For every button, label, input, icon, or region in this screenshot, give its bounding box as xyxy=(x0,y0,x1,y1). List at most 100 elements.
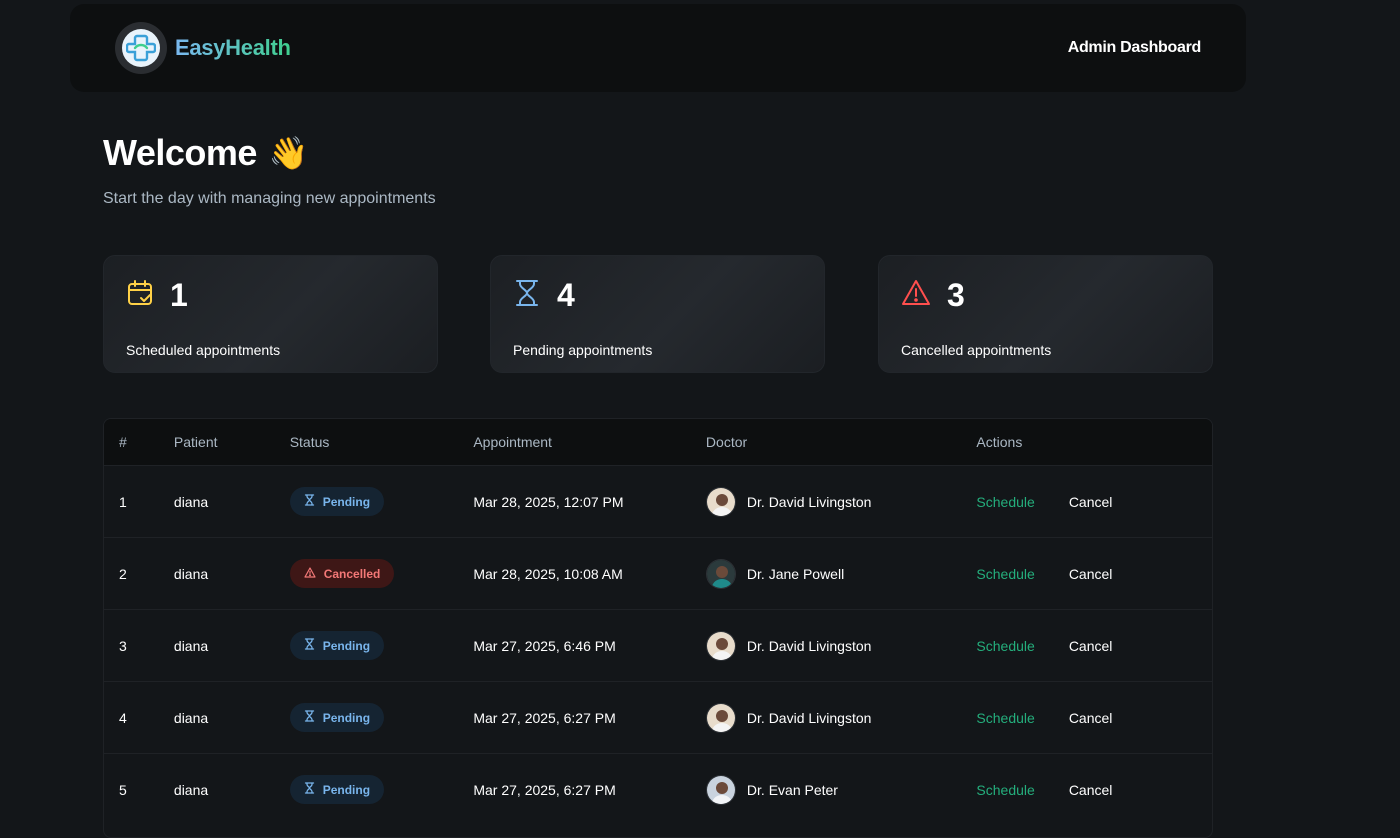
row-number: 4 xyxy=(119,709,127,726)
welcome-title: Welcome xyxy=(103,132,257,173)
doctor-name: Dr. Evan Peter xyxy=(746,781,838,798)
pending-label: Pending appointments xyxy=(513,342,653,358)
column-header-appointment: Appointment xyxy=(473,434,552,450)
doctor-cell: Dr. Evan Peter xyxy=(705,774,977,805)
doctor-cell: Dr. David Livingston xyxy=(705,630,977,661)
status-label: Pending xyxy=(322,638,371,653)
app-header: EasyHealth Admin Dashboard xyxy=(70,4,1246,92)
stat-card-cancelled: 3 Cancelled appointments xyxy=(878,255,1213,373)
status-badge: Pending xyxy=(289,487,385,516)
page-title: Admin Dashboard xyxy=(1067,39,1202,56)
patient-name: diana xyxy=(173,565,209,582)
status-badge: Pending xyxy=(289,631,385,660)
logo-icon xyxy=(115,22,167,74)
row-number: 5 xyxy=(119,781,127,798)
row-number: 2 xyxy=(119,565,127,582)
welcome-section: Welcome 👋 Start the day with managing ne… xyxy=(103,132,436,208)
hourglass-icon xyxy=(304,638,315,653)
patient-name: diana xyxy=(173,493,209,510)
doctor-cell: Dr. David Livingston xyxy=(705,486,977,517)
row-number: 3 xyxy=(119,637,127,654)
doctor-avatar xyxy=(705,558,736,589)
actions-cell: Schedule Cancel xyxy=(976,638,1212,654)
appointment-date: Mar 28, 2025, 12:07 PM xyxy=(473,493,624,510)
actions-cell: Schedule Cancel xyxy=(976,710,1212,726)
table-row: 4 diana Pending Mar 27, 2025, 6:27 PM Dr… xyxy=(104,681,1212,753)
warning-icon xyxy=(901,279,931,312)
doctor-cell: Dr. David Livingston xyxy=(705,702,977,733)
actions-cell: Schedule Cancel xyxy=(976,566,1212,582)
column-header-doctor: Doctor xyxy=(705,434,748,450)
appointment-date: Mar 27, 2025, 6:46 PM xyxy=(473,637,616,654)
doctor-avatar xyxy=(705,702,736,733)
status-label: Pending xyxy=(322,494,371,509)
hourglass-icon xyxy=(304,494,315,509)
status-label: Cancelled xyxy=(323,566,381,581)
status-badge: Pending xyxy=(289,775,385,804)
schedule-button[interactable]: Schedule xyxy=(976,782,1034,798)
row-number: 1 xyxy=(119,493,127,510)
doctor-avatar xyxy=(705,774,736,805)
cancel-button[interactable]: Cancel xyxy=(1069,638,1113,654)
table-row: 3 diana Pending Mar 27, 2025, 6:46 PM Dr… xyxy=(104,609,1212,681)
schedule-button[interactable]: Schedule xyxy=(976,566,1034,582)
table-row: 2 diana Cancelled Mar 28, 2025, 10:08 AM… xyxy=(104,537,1212,609)
column-header-patient: Patient xyxy=(173,434,218,450)
status-label: Pending xyxy=(322,782,371,797)
pending-count: 4 xyxy=(557,276,575,313)
brand-logo-link[interactable]: EasyHealth xyxy=(115,22,291,74)
wave-emoji-icon: 👋 xyxy=(268,135,309,171)
calendar-check-icon xyxy=(126,279,154,312)
brand-name: EasyHealth xyxy=(175,35,291,60)
status-cell: Pending xyxy=(289,487,474,516)
status-cell: Pending xyxy=(289,631,474,660)
schedule-button[interactable]: Schedule xyxy=(976,638,1034,654)
cancel-button[interactable]: Cancel xyxy=(1069,710,1113,726)
status-label: Pending xyxy=(322,710,371,725)
warning-icon xyxy=(304,566,316,581)
patient-name: diana xyxy=(173,709,209,726)
appointments-table: # Patient Status Appointment Doctor Acti… xyxy=(103,418,1213,838)
appointment-date: Mar 27, 2025, 6:27 PM xyxy=(473,709,616,726)
table-row: 5 diana Pending Mar 27, 2025, 6:27 PM Dr… xyxy=(104,753,1212,825)
doctor-name: Dr. David Livingston xyxy=(746,493,872,510)
scheduled-count: 1 xyxy=(170,276,188,313)
stat-card-pending: 4 Pending appointments xyxy=(490,255,825,373)
appointment-date: Mar 27, 2025, 6:27 PM xyxy=(473,781,616,798)
status-badge: Pending xyxy=(289,703,385,732)
column-header-actions: Actions xyxy=(976,434,1023,450)
doctor-avatar xyxy=(705,486,736,517)
actions-cell: Schedule Cancel xyxy=(976,782,1212,798)
column-header-status: Status xyxy=(289,434,330,450)
hourglass-icon xyxy=(304,710,315,725)
doctor-cell: Dr. Jane Powell xyxy=(705,558,977,589)
appointment-date: Mar 28, 2025, 10:08 AM xyxy=(473,565,623,582)
doctor-name: Dr. David Livingston xyxy=(746,709,872,726)
doctor-name: Dr. David Livingston xyxy=(746,637,872,654)
status-cell: Pending xyxy=(289,775,474,804)
actions-cell: Schedule Cancel xyxy=(976,494,1212,510)
schedule-button[interactable]: Schedule xyxy=(976,494,1034,510)
status-cell: Pending xyxy=(289,703,474,732)
table-header: # Patient Status Appointment Doctor Acti… xyxy=(104,419,1212,465)
patient-name: diana xyxy=(173,781,209,798)
cancel-button[interactable]: Cancel xyxy=(1069,782,1113,798)
cancel-button[interactable]: Cancel xyxy=(1069,494,1113,510)
cancel-button[interactable]: Cancel xyxy=(1069,566,1113,582)
hourglass-icon xyxy=(513,278,541,313)
patient-name: diana xyxy=(173,637,209,654)
stat-card-scheduled: 1 Scheduled appointments xyxy=(103,255,438,373)
column-header-number: # xyxy=(119,434,127,450)
status-badge: Cancelled xyxy=(289,559,395,588)
doctor-avatar xyxy=(705,630,736,661)
schedule-button[interactable]: Schedule xyxy=(976,710,1034,726)
table-body: 1 diana Pending Mar 28, 2025, 12:07 PM D… xyxy=(104,465,1212,825)
welcome-heading: Welcome 👋 xyxy=(103,132,436,174)
status-cell: Cancelled xyxy=(289,559,474,588)
scheduled-label: Scheduled appointments xyxy=(126,342,281,358)
cancelled-count: 3 xyxy=(947,276,965,313)
table-row: 1 diana Pending Mar 28, 2025, 12:07 PM D… xyxy=(104,465,1212,537)
cancelled-label: Cancelled appointments xyxy=(901,342,1052,358)
hourglass-icon xyxy=(304,782,315,797)
doctor-name: Dr. Jane Powell xyxy=(746,565,845,582)
